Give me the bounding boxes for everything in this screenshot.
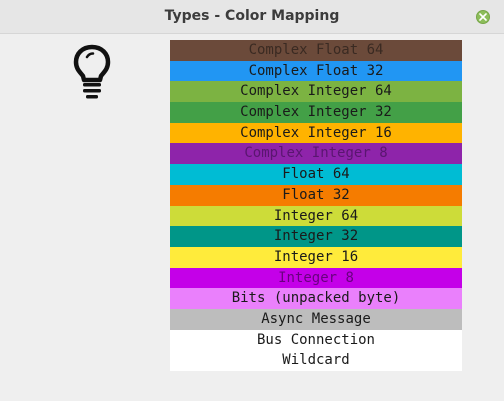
type-color-list: Complex Float 64 Complex Float 32 Complex … <box>170 40 462 371</box>
type-row: Integer 8 <box>170 267 462 289</box>
type-row: Complex Integer 16 <box>170 122 462 144</box>
type-row: Complex Integer 32 <box>170 102 462 123</box>
type-row: Wildcard <box>170 350 462 371</box>
lightbulb-icon <box>73 44 111 100</box>
type-row: Complex Integer 8 <box>170 143 462 165</box>
type-row: Float 32 <box>170 184 462 206</box>
type-row: Bus Connection <box>170 329 462 351</box>
type-row: Integer 16 <box>170 246 462 268</box>
type-row: Complex Integer 64 <box>170 81 462 103</box>
type-row: Integer 64 <box>170 205 462 227</box>
type-row: Complex Float 32 <box>170 60 462 82</box>
type-row: Complex Float 64 <box>170 40 462 61</box>
type-row: Integer 32 <box>170 226 462 247</box>
close-icon <box>479 13 487 21</box>
close-button[interactable] <box>476 10 490 24</box>
title-bar: Types - Color Mapping <box>0 0 504 34</box>
window-title: Types - Color Mapping <box>164 8 340 24</box>
type-row: Async Message <box>170 308 462 330</box>
color-mapping-window: Types - Color Mapping Complex Float 64 Co… <box>0 0 504 401</box>
type-row: Float 64 <box>170 164 462 185</box>
type-row: Bits (unpacked byte) <box>170 288 462 309</box>
